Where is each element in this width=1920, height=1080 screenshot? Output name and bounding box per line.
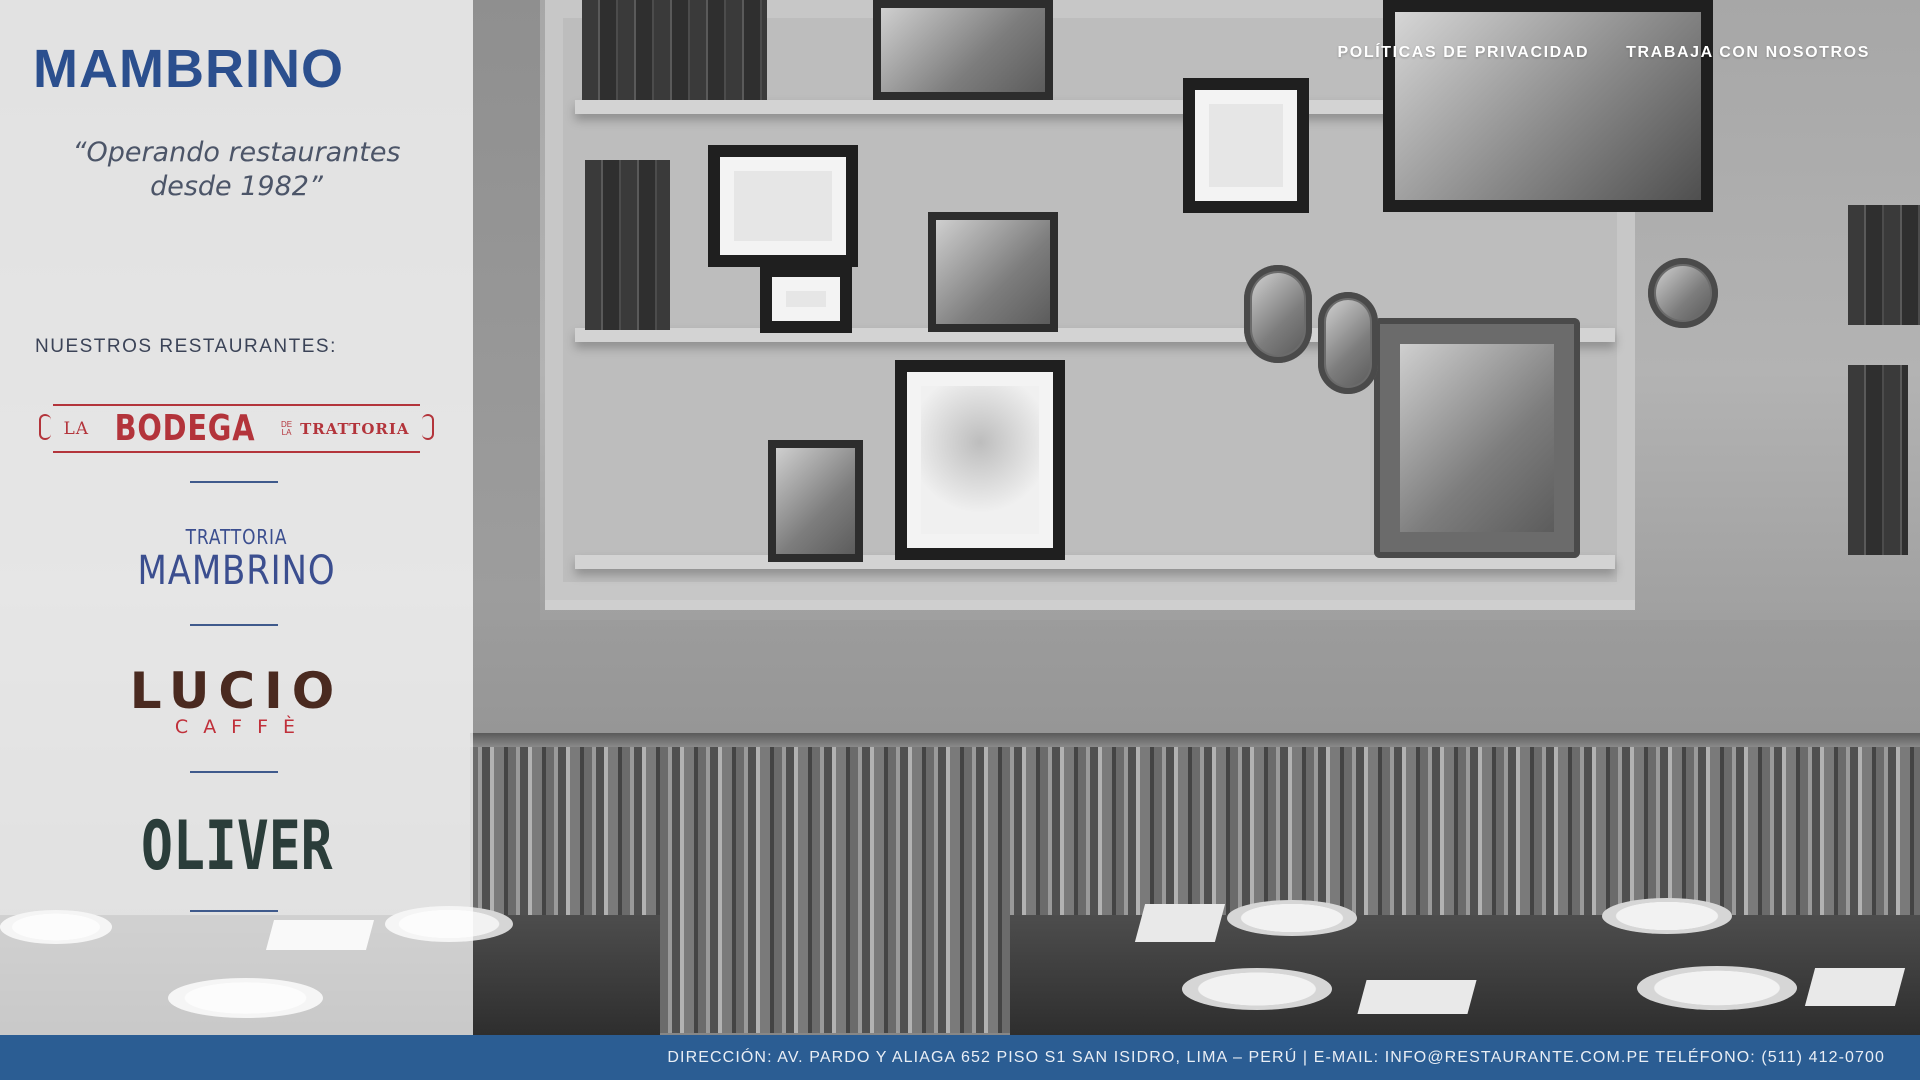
restaurant-divider	[190, 910, 278, 912]
background-frame	[708, 145, 858, 267]
site-logo[interactable]: MAMBRINO	[33, 38, 344, 100]
background-napkin	[1134, 904, 1226, 942]
la-bodega-logo-la: LA	[63, 418, 90, 439]
background-napkin	[1804, 968, 1906, 1006]
lucio-logo-name: LUCIO	[129, 662, 344, 720]
restaurant-divider	[190, 771, 278, 773]
background-frame	[928, 212, 1058, 332]
background-plate	[1637, 966, 1797, 1010]
tagline: “Operando restaurantes desde 1982”	[0, 136, 473, 204]
background-books	[1848, 205, 1920, 325]
background-frame	[1648, 258, 1718, 328]
background-books	[585, 160, 670, 330]
top-nav: POLÍTICAS DE PRIVACIDAD TRABAJA CON NOSO…	[1338, 44, 1871, 62]
background-frame	[1183, 78, 1309, 213]
la-bodega-logo-de-la: DE LA	[281, 420, 292, 437]
restaurants-section-title: NUESTROS RESTAURANTES:	[35, 336, 337, 357]
restaurant-logo-oliver[interactable]: OLIVER	[0, 812, 473, 882]
background-frame	[760, 265, 852, 333]
restaurant-divider	[190, 481, 278, 483]
background-plate	[1182, 968, 1332, 1010]
restaurant-logo-trattoria-mambrino[interactable]: TRATTORIA MAMBRINO	[0, 525, 473, 593]
restaurant-logo-la-bodega[interactable]: LA BODEGA DE LA TRATTORIA	[0, 404, 473, 453]
nav-link-work-with-us[interactable]: TRABAJA CON NOSOTROS	[1626, 44, 1870, 62]
restaurant-divider	[190, 624, 278, 626]
background-frame	[1383, 0, 1713, 212]
la-bodega-logo-trattoria: TRATTORIA	[300, 419, 410, 438]
trattoria-mambrino-logo-top: TRATTORIA	[185, 525, 288, 549]
la-bodega-logo-name: BODEGA	[114, 408, 256, 449]
background-frame	[895, 360, 1065, 560]
background-plate	[1602, 898, 1732, 934]
background-plate	[1227, 900, 1357, 936]
trattoria-mambrino-logo-name: MAMBRINO	[137, 548, 336, 594]
oliver-logo-name: OLIVER	[140, 807, 333, 886]
left-panel: MAMBRINO “Operando restaurantes desde 19…	[0, 0, 473, 1035]
footer-bar: DIRECCIÓN: AV. PARDO Y ALIAGA 652 PISO S…	[0, 1035, 1920, 1080]
background-frame	[873, 0, 1053, 100]
tagline-line-1: “Operando restaurantes	[72, 137, 401, 168]
background-frame	[1244, 265, 1312, 363]
background-napkin	[1357, 980, 1477, 1014]
background-frame	[1374, 318, 1580, 558]
la-bodega-logo-la-small: LA	[281, 427, 292, 437]
background-books	[582, 0, 767, 100]
background-frame	[1318, 292, 1378, 394]
la-bodega-logo-frame: LA BODEGA DE LA TRATTORIA	[39, 404, 434, 453]
lucio-logo-sub: CAFFÈ	[174, 716, 311, 738]
nav-link-privacy-policy[interactable]: POLÍTICAS DE PRIVACIDAD	[1338, 44, 1590, 62]
restaurant-logo-lucio-caffe[interactable]: LUCIO CAFFÈ	[0, 664, 473, 738]
tagline-line-2: desde 1982”	[150, 171, 323, 202]
footer-contact-text: DIRECCIÓN: AV. PARDO Y ALIAGA 652 PISO S…	[667, 1048, 1885, 1066]
background-books	[1848, 365, 1908, 555]
background-frame	[768, 440, 863, 562]
